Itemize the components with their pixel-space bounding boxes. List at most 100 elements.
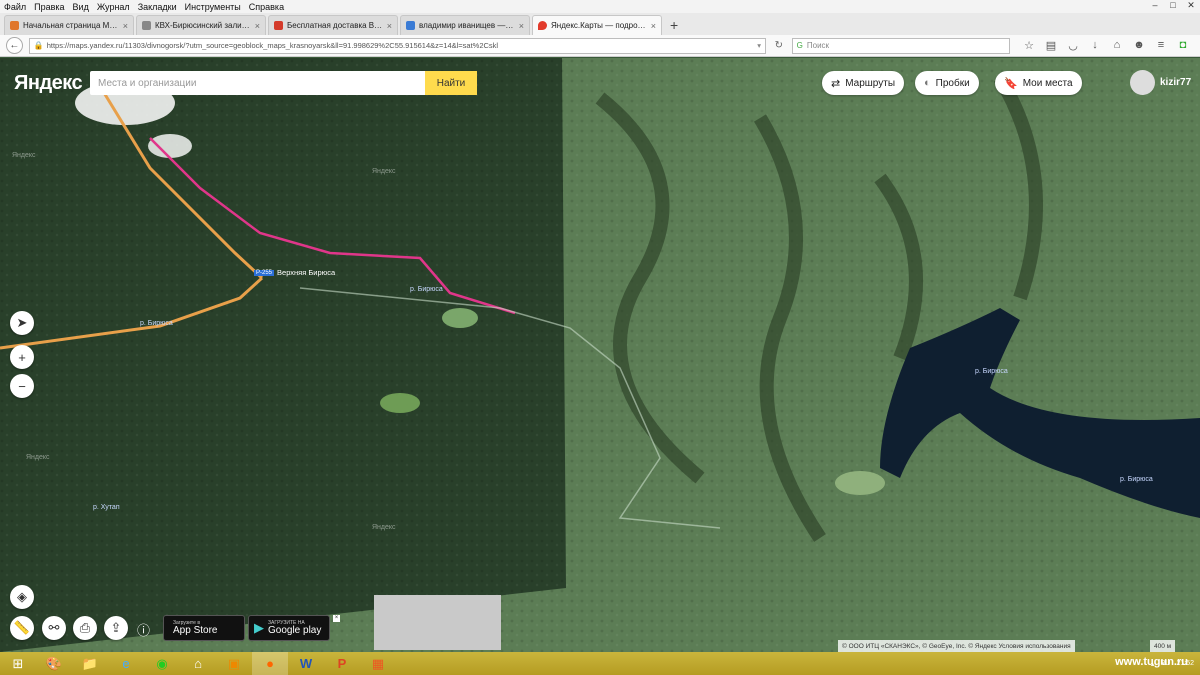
taskbar: ⊞ 🎨 📁 e ◉ ⌂ ▣ ● W P ▦ ▴ RU 21:52 www.tug… (0, 652, 1200, 675)
zoom-in-button[interactable]: + (10, 345, 34, 369)
addon-icon[interactable]: ◘ (1172, 39, 1194, 52)
river-label: р. Бирюса (1120, 476, 1153, 483)
satellite-imagery (0, 58, 1200, 652)
tab-1[interactable]: Начальная страница Мо... × (4, 15, 134, 35)
taskbar-app[interactable]: ▦ (360, 652, 396, 675)
map-view[interactable]: Яндекс Места и организации Найти ⇄ Маршру… (0, 58, 1200, 652)
my-places-button[interactable]: 🔖 Мои места (995, 71, 1082, 95)
layers-button[interactable]: ◈ (10, 585, 34, 609)
tab-label: Начальная страница Мо... (23, 21, 119, 30)
panorama-button[interactable]: ⚯ (42, 616, 66, 640)
taskbar-app[interactable]: e (108, 652, 144, 675)
dropdown-arrow-icon[interactable]: ▾ (757, 41, 761, 50)
app-icon: ▣ (227, 655, 241, 671)
routes-button[interactable]: ⇄ Маршруты (822, 71, 905, 95)
share-button[interactable]: ⇪ (104, 616, 128, 640)
taskbar-app[interactable]: ● (252, 652, 288, 675)
close-tab-icon[interactable]: × (651, 21, 656, 31)
folder-icon: 📁 (81, 655, 99, 671)
watermark: Яндекс (372, 168, 396, 175)
yandex-logo[interactable]: Яндекс (14, 72, 83, 95)
route-icon: ⇄ (831, 77, 841, 90)
menu-bar: Файл Правка Вид Журнал Закладки Инструме… (0, 0, 1200, 13)
username: kizir77 (1160, 77, 1192, 88)
start-button[interactable]: ⊞ (0, 652, 36, 675)
info-icon[interactable]: ⓘ (137, 620, 150, 639)
close-tab-icon[interactable]: × (255, 21, 260, 31)
tab-4[interactable]: владимир иванищев — В... × (400, 15, 530, 35)
tab-label: владимир иванищев — В... (419, 21, 515, 30)
address-bar[interactable]: 🔒 https://maps.yandex.ru/11303/divnogors… (28, 37, 766, 54)
star-icon[interactable]: ☆ (1018, 39, 1040, 52)
geolocation-button[interactable]: ➤ (10, 311, 34, 335)
window-controls: – □ ✕ (1146, 0, 1200, 13)
menu-file[interactable]: Файл (4, 2, 26, 12)
tab-5-active[interactable]: Яндекс.Карты — подроб... × (532, 15, 662, 35)
home-icon[interactable]: ⌂ (1106, 39, 1128, 52)
layers-icon: ◈ (17, 589, 27, 604)
tab-3[interactable]: Бесплатная доставка Выс... × (268, 15, 398, 35)
pocket-icon[interactable]: ◡ (1062, 39, 1084, 52)
maximize-button[interactable]: □ (1164, 0, 1182, 13)
find-button[interactable]: Найти (425, 71, 477, 95)
toolbar-icons: ☆ ▤ ◡ ↓ ⌂ ☻ ≡ ◘ (1018, 39, 1194, 52)
plus-icon: + (18, 349, 26, 365)
close-window-button[interactable]: ✕ (1182, 0, 1200, 13)
favicon-icon (406, 21, 415, 30)
hamburger-menu-icon[interactable]: ≡ (1150, 39, 1172, 52)
watermark: Яндекс (372, 524, 396, 531)
download-icon[interactable]: ↓ (1084, 39, 1106, 52)
search-engine-icon: G (796, 41, 803, 50)
taskbar-app[interactable]: 📁 (72, 652, 108, 675)
app-store-main: App Store (173, 625, 218, 636)
bookmark-icon: 🔖 (1004, 77, 1018, 90)
app-store-badge[interactable]: Загрузите в App Store (163, 615, 245, 641)
taskbar-app[interactable]: ⌂ (180, 652, 216, 675)
village-name: Верхняя Бирюса (277, 268, 336, 277)
menu-help[interactable]: Справка (249, 2, 284, 12)
menu-bookmarks[interactable]: Закладки (138, 2, 177, 12)
google-play-badge[interactable]: ▶ ЗАГРУЗИТЕ НА Google play (248, 615, 330, 641)
close-badges-icon[interactable]: × (333, 615, 340, 622)
close-tab-icon[interactable]: × (519, 21, 524, 31)
taskbar-app[interactable]: P (324, 652, 360, 675)
google-play-main: Google play (268, 625, 322, 636)
zoom-out-button[interactable]: − (10, 374, 34, 398)
browser-search-input[interactable]: G Поиск (791, 37, 1010, 54)
menu-tools[interactable]: Инструменты (185, 2, 241, 12)
windows-icon: ⊞ (12, 655, 24, 671)
menu-edit[interactable]: Правка (34, 2, 64, 12)
chat-icon[interactable]: ☻ (1128, 39, 1150, 52)
taskbar-app[interactable]: ▣ (216, 652, 252, 675)
tab-2[interactable]: КВХ-Бирюсинский залив... × (136, 15, 266, 35)
my-places-label: Мои места (1022, 77, 1073, 89)
taskbar-app[interactable]: ◉ (144, 652, 180, 675)
minimize-button[interactable]: – (1146, 0, 1164, 13)
places-search-input[interactable]: Места и организации (90, 71, 425, 95)
tab-label: Бесплатная доставка Выс... (287, 21, 383, 30)
menu-history[interactable]: Журнал (97, 2, 130, 12)
taskbar-app[interactable]: W (288, 652, 324, 675)
new-tab-button[interactable]: + (664, 15, 684, 35)
play-icon: ▶ (254, 620, 264, 635)
ruler-button[interactable]: 📏 (10, 616, 34, 640)
traffic-button[interactable]: ◐ Пробки (915, 71, 979, 95)
watermark: Яндекс (12, 152, 36, 159)
user-profile[interactable]: kizir77 (1130, 70, 1191, 95)
avatar (1130, 70, 1155, 95)
taskbar-app[interactable]: 🎨 (36, 652, 72, 675)
favicon-icon (274, 21, 283, 30)
close-tab-icon[interactable]: × (123, 21, 128, 31)
tab-label: КВХ-Бирюсинский залив... (155, 21, 251, 30)
print-button[interactable]: ⎙ (73, 616, 97, 640)
reload-button[interactable]: ↻ (770, 40, 788, 51)
favicon-icon (142, 21, 151, 30)
spotify-icon: ◉ (156, 655, 168, 671)
close-tab-icon[interactable]: × (387, 21, 392, 31)
menu-view[interactable]: Вид (73, 2, 89, 12)
firefox-icon: ● (266, 656, 274, 671)
back-button[interactable]: ← (6, 37, 23, 54)
navigation-bar: ← 🔒 https://maps.yandex.ru/11303/divnogo… (0, 35, 1200, 57)
ie-icon: e (122, 656, 130, 671)
reading-list-icon[interactable]: ▤ (1040, 39, 1062, 52)
